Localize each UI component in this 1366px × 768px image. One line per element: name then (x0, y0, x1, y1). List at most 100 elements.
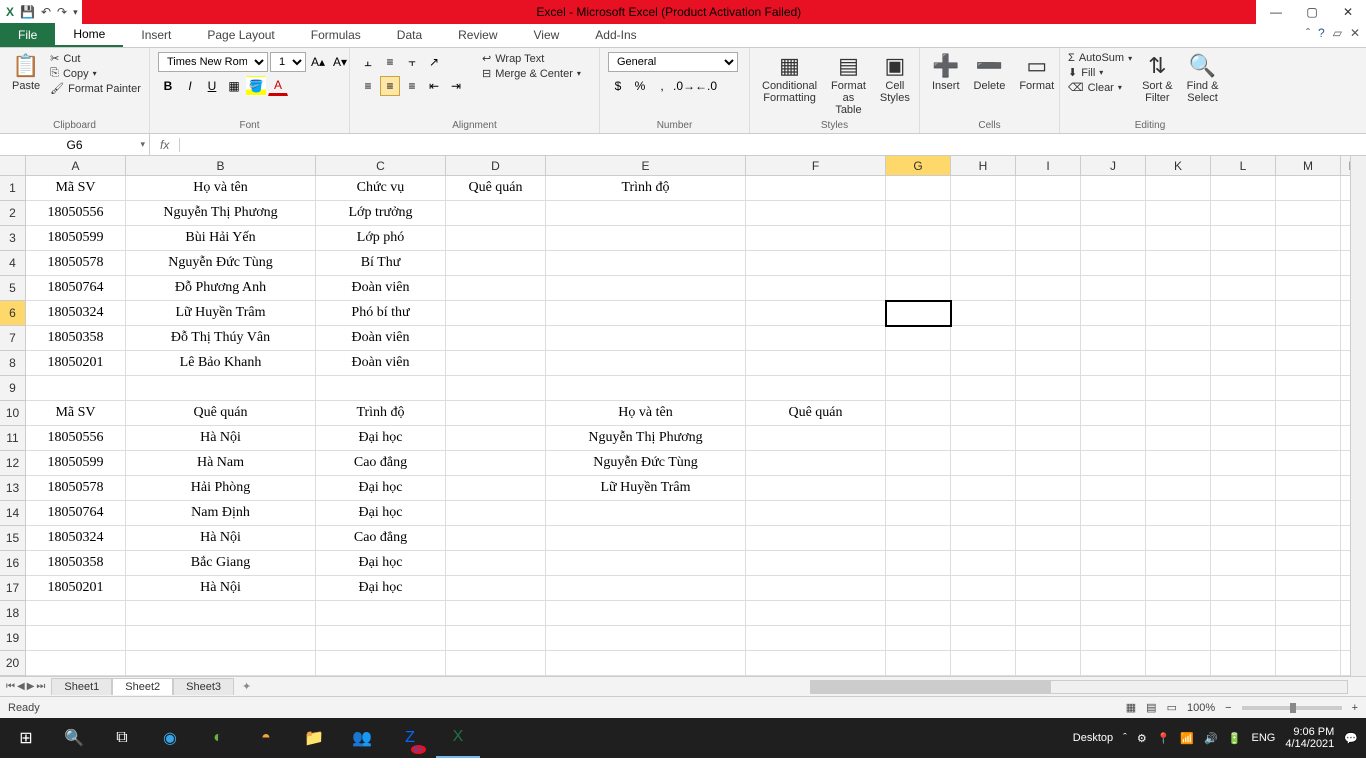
cell-L11[interactable] (1211, 426, 1276, 451)
increase-decimal-icon[interactable]: .0→ (674, 76, 694, 96)
cell-G18[interactable] (886, 601, 951, 626)
excel-taskbar-icon[interactable]: X (436, 718, 480, 758)
column-header-E[interactable]: E (546, 156, 746, 175)
cell-L7[interactable] (1211, 326, 1276, 351)
maximize-button[interactable]: ▢ (1294, 0, 1330, 24)
cell-H16[interactable] (951, 551, 1016, 576)
cut-button[interactable]: ✂Cut (50, 52, 141, 65)
cell-E3[interactable] (546, 226, 746, 251)
window-close-icon[interactable]: ✕ (1350, 26, 1360, 40)
cell-L15[interactable] (1211, 526, 1276, 551)
cell-H19[interactable] (951, 626, 1016, 651)
cell-F6[interactable] (746, 301, 886, 326)
align-center-icon[interactable]: ≡ (380, 76, 400, 96)
row-header-4[interactable]: 4 (0, 251, 26, 276)
cell-I7[interactable] (1016, 326, 1081, 351)
cell-C15[interactable]: Cao đẳng (316, 526, 446, 551)
cell-F7[interactable] (746, 326, 886, 351)
cell-J2[interactable] (1081, 201, 1146, 226)
column-header-A[interactable]: A (26, 156, 126, 175)
cell-G6[interactable] (886, 301, 951, 326)
cell-D9[interactable] (446, 376, 546, 401)
cell-C12[interactable]: Cao đẳng (316, 451, 446, 476)
cell-L6[interactable] (1211, 301, 1276, 326)
cell-B15[interactable]: Hà Nội (126, 526, 316, 551)
cell-C5[interactable]: Đoàn viên (316, 276, 446, 301)
cell-B9[interactable] (126, 376, 316, 401)
cell-J19[interactable] (1081, 626, 1146, 651)
cell-J10[interactable] (1081, 401, 1146, 426)
cell-L13[interactable] (1211, 476, 1276, 501)
cell-G1[interactable] (886, 176, 951, 201)
cell-C19[interactable] (316, 626, 446, 651)
font-size-select[interactable]: 14 (270, 52, 306, 72)
align-bottom-icon[interactable]: ⫟ (402, 52, 422, 72)
cell-B11[interactable]: Hà Nội (126, 426, 316, 451)
cell-D17[interactable] (446, 576, 546, 601)
cell-M20[interactable] (1276, 651, 1341, 676)
cell-G14[interactable] (886, 501, 951, 526)
cell-B14[interactable]: Nam Định (126, 501, 316, 526)
zalo-icon[interactable]: Z5+ (388, 718, 432, 758)
cell-H12[interactable] (951, 451, 1016, 476)
cell-H6[interactable] (951, 301, 1016, 326)
cell-A1[interactable]: Mã SV (26, 176, 126, 201)
cell-M13[interactable] (1276, 476, 1341, 501)
cell-L20[interactable] (1211, 651, 1276, 676)
cell-C20[interactable] (316, 651, 446, 676)
cell-I6[interactable] (1016, 301, 1081, 326)
tray-location-icon[interactable]: 📍 (1157, 732, 1171, 745)
cell-M12[interactable] (1276, 451, 1341, 476)
cell-A15[interactable]: 18050324 (26, 526, 126, 551)
cell-M19[interactable] (1276, 626, 1341, 651)
cell-B8[interactable]: Lê Bảo Khanh (126, 351, 316, 376)
cell-J3[interactable] (1081, 226, 1146, 251)
cell-M9[interactable] (1276, 376, 1341, 401)
cell-E15[interactable] (546, 526, 746, 551)
cell-G3[interactable] (886, 226, 951, 251)
horizontal-scrollbar[interactable] (810, 680, 1348, 694)
cell-M8[interactable] (1276, 351, 1341, 376)
view-normal-icon[interactable]: ▦ (1126, 701, 1136, 714)
cell-A2[interactable]: 18050556 (26, 201, 126, 226)
redo-icon[interactable]: ↷ (57, 5, 67, 19)
sheet-nav-prev-icon[interactable]: ◀ (17, 681, 25, 692)
view-layout-icon[interactable]: ▤ (1146, 701, 1156, 714)
cell-K11[interactable] (1146, 426, 1211, 451)
cell-J8[interactable] (1081, 351, 1146, 376)
cell-M14[interactable] (1276, 501, 1341, 526)
row-header-7[interactable]: 7 (0, 326, 26, 351)
cell-K8[interactable] (1146, 351, 1211, 376)
cell-B4[interactable]: Nguyễn Đức Tùng (126, 251, 316, 276)
cell-F5[interactable] (746, 276, 886, 301)
cell-D5[interactable] (446, 276, 546, 301)
cell-M16[interactable] (1276, 551, 1341, 576)
cell-F2[interactable] (746, 201, 886, 226)
cell-M17[interactable] (1276, 576, 1341, 601)
underline-button[interactable]: U (202, 76, 222, 96)
cell-A20[interactable] (26, 651, 126, 676)
tab-insert[interactable]: Insert (123, 23, 189, 47)
cell-D6[interactable] (446, 301, 546, 326)
cell-M10[interactable] (1276, 401, 1341, 426)
tray-bluetooth-icon[interactable]: ⚙ (1137, 732, 1147, 745)
insert-cells-button[interactable]: ➕Insert (928, 52, 964, 94)
cell-H9[interactable] (951, 376, 1016, 401)
row-header-9[interactable]: 9 (0, 376, 26, 401)
decrease-font-icon[interactable]: A▾ (330, 52, 350, 72)
cell-A5[interactable]: 18050764 (26, 276, 126, 301)
cell-L12[interactable] (1211, 451, 1276, 476)
cell-D16[interactable] (446, 551, 546, 576)
cell-M3[interactable] (1276, 226, 1341, 251)
cell-B2[interactable]: Nguyễn Thị Phương (126, 201, 316, 226)
cell-I10[interactable] (1016, 401, 1081, 426)
app-icon-1[interactable]: ◐ (196, 718, 240, 758)
cell-G11[interactable] (886, 426, 951, 451)
cell-L10[interactable] (1211, 401, 1276, 426)
help-icon[interactable]: ? (1318, 26, 1325, 40)
row-header-5[interactable]: 5 (0, 276, 26, 301)
cell-E10[interactable]: Họ và tên (546, 401, 746, 426)
cell-M2[interactable] (1276, 201, 1341, 226)
currency-icon[interactable]: $ (608, 76, 628, 96)
copy-button[interactable]: ⎘Copy ▾ (50, 67, 141, 80)
